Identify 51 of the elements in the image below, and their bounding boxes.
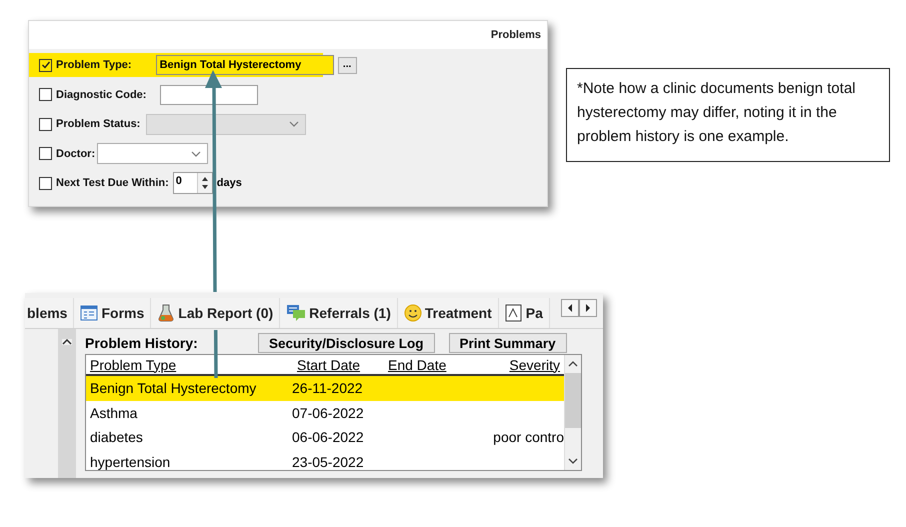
up-arrow-icon[interactable] — [200, 175, 210, 183]
field-label: Doctor: — [56, 148, 96, 160]
column-header[interactable]: Problem Type — [86, 356, 292, 372]
checkbox[interactable] — [39, 58, 52, 72]
scroll-down-icon[interactable] — [568, 458, 578, 464]
table-cell-text: 23-05-2022 — [292, 454, 365, 470]
document-icon — [504, 304, 523, 322]
scroll-right-button[interactable] — [579, 299, 597, 317]
flask-icon — [157, 304, 176, 322]
dropdown-field[interactable] — [97, 143, 208, 164]
scrollbar[interactable] — [564, 355, 581, 470]
column-header[interactable]: End Date — [388, 356, 478, 372]
table-cell-text: diabetes — [89, 429, 144, 446]
table-cell-text: 26-11-2022 — [292, 380, 364, 396]
table-cell-text: poor contro — [492, 429, 564, 446]
table-cell-text: 07-06-2022 — [292, 404, 365, 421]
table-cell-text: Benign Total Hysterectomy — [89, 380, 258, 396]
table-cell-text: Asthma — [89, 404, 138, 421]
field-label: Next Test Due Within: — [56, 177, 169, 189]
form-icon — [80, 305, 98, 321]
unit-label: days — [216, 177, 242, 189]
chat-icon — [286, 304, 306, 322]
browse-button[interactable]: ... — [338, 56, 357, 74]
field-label: Problem Status: — [56, 118, 140, 130]
down-arrow-icon[interactable] — [200, 183, 210, 191]
tab[interactable]: blems — [25, 298, 74, 328]
action-button[interactable]: Print Summary — [448, 333, 567, 353]
checkbox[interactable] — [39, 147, 52, 160]
scroll-up-icon[interactable] — [568, 361, 578, 367]
table-cell-text: 06-06-2022 — [292, 429, 365, 446]
right-arrow-icon — [585, 304, 591, 312]
field-label: Diagnostic Code: — [56, 88, 146, 100]
checkbox[interactable] — [39, 176, 52, 190]
panel-title: Problems — [490, 29, 541, 41]
field-label: Problem Type: — [56, 59, 132, 71]
scroll-left-button[interactable] — [561, 299, 579, 317]
input-field[interactable]: Benign Total Hysterectomy — [156, 55, 334, 75]
collapse-icon[interactable] — [62, 339, 72, 345]
table-cell-text: hypertension — [89, 454, 172, 470]
note-text: *Note how a clinic documents benign total hysterectomy may differ, noting it in the problem history is one example. — [577, 80, 856, 145]
caret-icon — [289, 121, 300, 127]
action-button[interactable]: Security/Disclosure Log — [258, 333, 435, 353]
checkbox[interactable] — [39, 88, 52, 101]
caret-icon — [191, 150, 202, 156]
smiley-icon — [404, 304, 422, 322]
column-header[interactable]: Severity — [478, 356, 560, 372]
spinner-field[interactable]: 0 — [172, 172, 213, 194]
left-arrow-icon — [567, 304, 573, 312]
input-field[interactable] — [160, 84, 258, 104]
column-header[interactable]: Start Date — [292, 356, 388, 372]
section-title: Problem History: — [85, 335, 199, 351]
